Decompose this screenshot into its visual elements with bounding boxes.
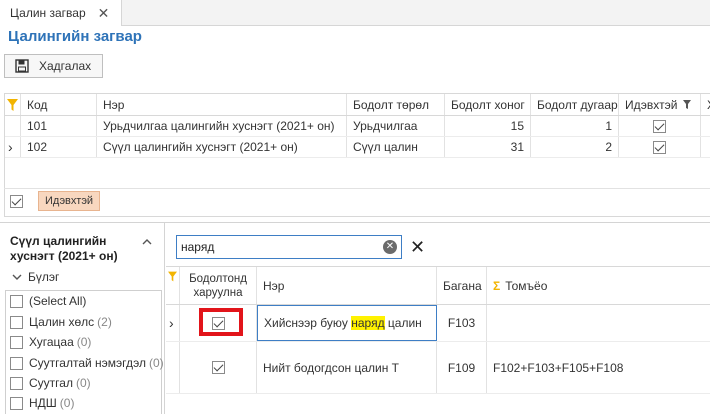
item-label: Цалин хөлс [29,315,95,329]
cell-formula [487,305,710,341]
col-show-in-calc[interactable]: Бодолтонд харуулна [180,267,257,304]
cell-type: Урьдчилгаа [347,116,445,136]
col-number[interactable]: Бодолт дугаар [531,94,619,115]
row-indicator [166,342,180,393]
item-label: Суутгал [29,376,73,390]
col-name[interactable]: Нэр [97,94,347,115]
close-search-icon[interactable]: ✕ [410,237,425,257]
col-active[interactable]: Идэвхтэй [619,94,701,115]
group-list: (Select All) Цалин хөлс (2) Хугацаа (0) Су… [5,290,164,414]
item-count: (0) [148,356,164,370]
table-row[interactable]: 101 Урьдчилгаа цалингийн хуснэгт (2021+ … [5,116,710,137]
chevron-down-icon [12,274,22,280]
active-checkbox[interactable] [653,119,666,133]
show-checkbox[interactable] [211,361,225,374]
grid-header: Код Нэр Бодолт төрөл Бодолт хоног Бодолт… [5,94,710,116]
column-filter-icon[interactable] [683,100,692,109]
cell-column: F109 [437,342,487,393]
close-icon[interactable]: ✕ [98,5,110,22]
cell-number: 2 [531,137,619,157]
row-indicator: › [166,305,180,341]
col-formula-label: Томъёо [505,278,548,293]
group-header[interactable]: Бүлэг [12,270,59,284]
list-item[interactable]: Цалин хөлс (2) [10,312,112,332]
annotation-highlight-box [199,308,243,336]
row-indicator [5,116,21,136]
col-days[interactable]: Бодолт хоног [445,94,531,115]
list-item[interactable]: Хугацаа (0) [10,332,91,352]
page-title: Цалингийн загвар [8,28,142,45]
save-label: Хадгалах [39,59,92,73]
item-count: (0) [59,396,75,410]
cell-show [180,342,257,393]
col-type[interactable]: Бодолт төрөл [347,94,445,115]
filter-panel [4,188,710,216]
cell-formula: F102+F103+F105+F108 [493,360,624,375]
sigma-icon: Σ [493,278,501,293]
tab-salary-template[interactable]: Цалин загвар ✕ [0,0,122,26]
grid-header: Бодолтонд харуулна Нэр Багана Σ Томъёо [166,267,710,305]
formula-grid: Бодолтонд харуулна Нэр Багана Σ Томъёо ›… [166,266,710,414]
col-name[interactable]: Нэр [257,267,437,304]
cell-name: Нийт бодогдсон цалин Т [257,342,437,393]
name-prefix: Хийснээр буюу [264,316,352,330]
cell-column: F103 [437,305,487,341]
list-item[interactable]: (Select All) [10,291,86,311]
cell-name: Сүүл цалингийн хуснэгт (2021+ он) [97,137,347,157]
floppy-disk-icon [15,59,29,73]
item-checkbox[interactable] [10,335,23,349]
filter-enable-checkbox[interactable] [10,195,23,208]
col-code[interactable]: Код [21,94,97,115]
group-label: Бүлэг [28,270,60,284]
search-field[interactable]: наряд ✕ [176,235,402,259]
search-input[interactable]: наряд [181,240,383,254]
table-row[interactable]: Нийт бодогдсон цалин Т F109 F102+F103+F1… [166,342,710,394]
tab-label: Цалин загвар [10,6,86,20]
filter-funnel-icon[interactable] [5,94,21,115]
search-highlight: наряд [351,316,385,330]
col-extra[interactable]: Х [701,94,710,115]
cell-type: Сүүл цалин [347,137,445,157]
list-item[interactable]: НДШ (0) [10,393,74,413]
cell-days: 31 [445,137,531,157]
list-item[interactable]: Суутгал (0) [10,373,91,393]
item-label: (Select All) [29,294,87,308]
table-row[interactable]: › 102 Сүүл цалингийн хуснэгт (2021+ он) … [5,137,710,158]
cell-code: 101 [21,116,97,136]
active-checkbox[interactable] [653,140,666,154]
item-checkbox[interactable] [10,356,23,370]
item-checkbox[interactable] [10,396,23,410]
item-checkbox[interactable] [10,376,23,390]
cell-active [619,116,701,136]
panel-title: Сүүл цалингийн хуснэгт (2021+ он) [10,234,118,263]
col-active-label: Идэвхтэй [625,97,678,112]
item-label: НДШ [29,396,57,410]
save-button[interactable]: Хадгалах [4,54,103,78]
item-count: (2) [97,315,112,329]
cell-number: 1 [531,116,619,136]
list-item[interactable]: Суутгалтай нэмэгдэл (0) [10,353,164,373]
item-checkbox[interactable] [10,315,23,329]
item-label: Хугацаа [29,335,74,349]
item-checkbox[interactable] [10,294,23,308]
cell-name-editor[interactable]: Хийснээр буюу наряд цалин [257,305,437,341]
name-suffix: цалин [384,316,422,330]
col-formula[interactable]: Σ Томъёо [487,267,710,304]
table-row[interactable]: › Хийснээр буюу наряд цалин F103 [166,305,710,342]
item-label: Суутгалтай нэмэгдэл [29,356,146,370]
chevron-up-icon[interactable] [142,238,152,246]
filter-funnel-icon[interactable] [166,267,180,304]
item-count: (0) [76,335,92,349]
item-count: (0) [75,376,91,390]
cell-active [619,137,701,157]
clear-search-icon[interactable]: ✕ [383,240,397,254]
cell-days: 15 [445,116,531,136]
filter-tag-active[interactable]: Идэвхтэй [38,191,101,211]
cell-name: Урьдчилгаа цалингийн хуснэгт (2021+ он) [97,116,347,136]
cell-code: 102 [21,137,97,157]
col-column[interactable]: Багана [437,267,487,304]
row-indicator: › [5,137,21,157]
